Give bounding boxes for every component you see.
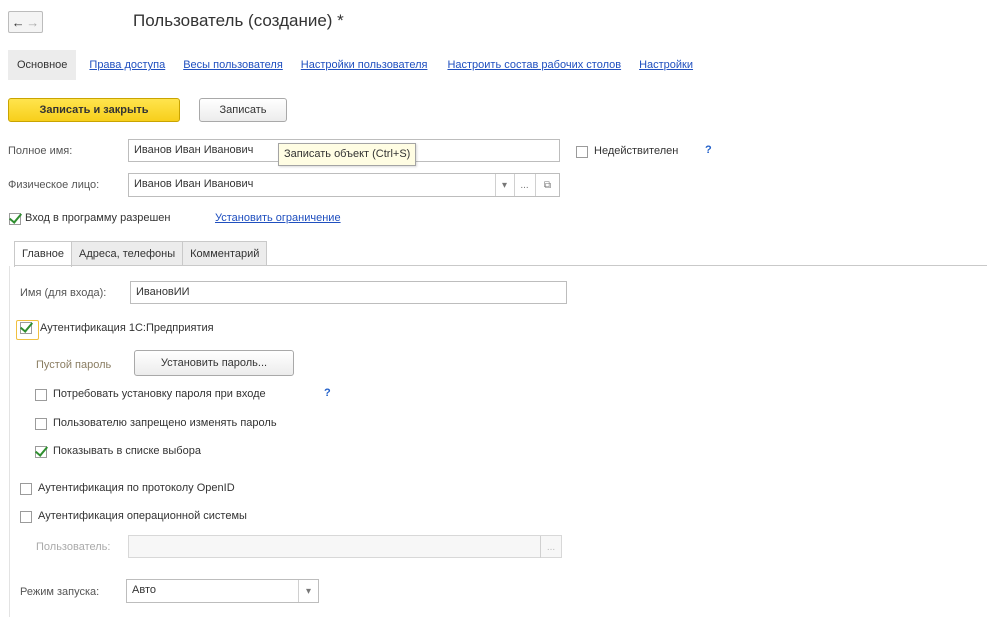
- invalid-help-icon[interactable]: ?: [705, 144, 712, 156]
- auth-1c-label: Аутентификация 1С:Предприятия: [40, 322, 214, 334]
- login-allowed-checkbox[interactable]: [9, 213, 21, 225]
- panel-left-border: [9, 266, 10, 617]
- openid-label: Аутентификация по протоколу OpenID: [38, 482, 235, 494]
- auth-1c-checkbox[interactable]: [20, 322, 32, 334]
- forbid-password-label: Пользователю запрещено изменять пароль: [53, 417, 277, 429]
- tab-addresses[interactable]: Адреса, телефоны: [71, 241, 184, 266]
- invalid-label: Недействителен: [594, 145, 679, 157]
- nav-link-user-settings[interactable]: Настройки пользователя: [301, 59, 428, 71]
- tab-divider: [14, 265, 987, 266]
- person-choose-button[interactable]: ...: [514, 174, 534, 196]
- back-arrow-icon[interactable]: ←: [12, 16, 25, 29]
- require-password-help-icon[interactable]: ?: [324, 387, 331, 399]
- nav-link-user-weights[interactable]: Весы пользователя: [183, 59, 283, 71]
- empty-password-label: Пустой пароль: [36, 359, 112, 371]
- login-allowed-label: Вход в программу разрешен: [25, 212, 171, 224]
- save-tooltip: Записать объект (Ctrl+S): [278, 143, 417, 166]
- forbid-password-checkbox[interactable]: [35, 418, 47, 430]
- os-user-choose-button: ...: [540, 536, 561, 558]
- tab-main[interactable]: Главное: [14, 241, 73, 267]
- login-name-input[interactable]: ИвановИИ: [130, 281, 567, 304]
- save-and-close-button[interactable]: Записать и закрыть: [8, 98, 180, 122]
- set-restriction-link[interactable]: Установить ограничение: [215, 212, 341, 224]
- form-navigation: Основное Права доступа Весы пользователя…: [8, 50, 693, 80]
- nav-buttons: ← →: [8, 11, 43, 33]
- page-title: Пользователь (создание) *: [133, 11, 344, 30]
- full-name-label: Полное имя:: [8, 145, 73, 157]
- person-open-icon[interactable]: ⧉: [535, 174, 559, 196]
- set-password-button[interactable]: Установить пароль...: [134, 350, 294, 376]
- os-auth-checkbox[interactable]: [20, 511, 32, 523]
- invalid-checkbox[interactable]: [576, 146, 588, 158]
- nav-link-desktop-config[interactable]: Настроить состав рабочих столов: [447, 59, 621, 71]
- show-in-list-label: Показывать в списке выбора: [53, 445, 201, 457]
- launch-mode-select[interactable]: Авто: [126, 579, 319, 603]
- os-user-label: Пользователь:: [36, 541, 111, 553]
- nav-tab-main[interactable]: Основное: [8, 50, 77, 80]
- login-name-label: Имя (для входа):: [20, 287, 107, 299]
- inner-tabs: Главное Адреса, телефоны Комментарий: [14, 241, 268, 267]
- nav-link-settings[interactable]: Настройки: [639, 59, 693, 71]
- person-dropdown-icon[interactable]: ▾: [495, 174, 513, 196]
- tab-comment[interactable]: Комментарий: [182, 241, 268, 266]
- save-button[interactable]: Записать: [199, 98, 287, 122]
- forward-arrow-icon[interactable]: →: [26, 16, 39, 29]
- os-user-input: [128, 535, 562, 558]
- show-in-list-checkbox[interactable]: [35, 446, 47, 458]
- openid-checkbox[interactable]: [20, 483, 32, 495]
- launch-mode-dropdown-icon[interactable]: ▾: [298, 580, 318, 602]
- os-auth-label: Аутентификация операционной системы: [38, 510, 247, 522]
- launch-mode-label: Режим запуска:: [20, 586, 100, 598]
- nav-link-access-rights[interactable]: Права доступа: [89, 59, 165, 71]
- require-password-checkbox[interactable]: [35, 389, 47, 401]
- require-password-label: Потребовать установку пароля при входе: [53, 388, 266, 400]
- person-label: Физическое лицо:: [8, 179, 100, 191]
